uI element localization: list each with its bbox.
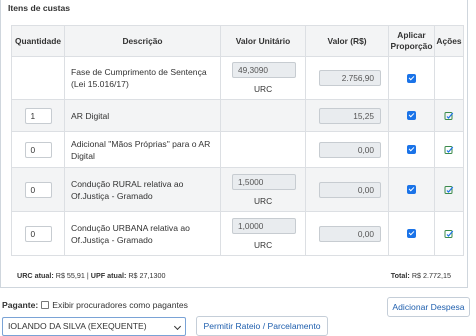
- allow-installments-button[interactable]: Permitir Rateio / Parcelamento: [196, 316, 328, 336]
- quantity-cell: 0: [11, 131, 65, 168]
- apply-proportion-cell: [388, 56, 435, 100]
- table-row: 0 Condução RURAL relativa ao Of.Justiça …: [11, 167, 464, 212]
- quantity-cell: 0: [11, 167, 65, 212]
- value-cell: 0,00: [305, 131, 389, 168]
- value-field: 0,00: [319, 141, 381, 158]
- apply-proportion-checkbox[interactable]: [407, 229, 416, 238]
- description-cell: Condução URBANA relativa ao Of.Justiça -…: [64, 211, 221, 256]
- chevron-down-icon: [173, 322, 182, 331]
- urc-value: R$ 55,91: [55, 271, 85, 280]
- unit-value-cell: 1,5000 URC: [220, 167, 306, 212]
- unit-label: URC: [254, 239, 273, 250]
- col-header-aplicar-proporcao: Aplicar Proporção: [388, 25, 435, 57]
- upf-label: UPF atual:: [90, 271, 127, 280]
- show-attorneys-checkbox[interactable]: [41, 301, 50, 309]
- apply-proportion-cell: [388, 167, 435, 212]
- apply-proportion-cell: [388, 99, 435, 132]
- unit-value-cell: [220, 131, 306, 168]
- edit-expense-icon[interactable]: [444, 145, 454, 155]
- add-expense-button[interactable]: Adicionar Despesa: [387, 297, 470, 317]
- unit-value-cell: 1,0000 URC: [220, 211, 306, 256]
- show-attorneys-label: Exibir procuradores como pagantes: [52, 300, 188, 310]
- table-row: Fase de Cumprimento de Sentença (Lei 15.…: [11, 56, 464, 100]
- value-cell: 0,00: [305, 167, 389, 212]
- apply-proportion-checkbox[interactable]: [407, 145, 416, 154]
- panel-title: Itens de custas: [8, 3, 71, 13]
- actions-cell: [434, 56, 464, 100]
- unit-label: URC: [254, 195, 273, 206]
- value-cell: 2.756,90: [305, 56, 389, 100]
- apply-proportion-checkbox[interactable]: [407, 73, 416, 83]
- quantity-input[interactable]: 1: [24, 107, 52, 124]
- unit-value-field: 1,5000: [232, 173, 296, 190]
- apply-proportion-cell: [388, 131, 435, 168]
- description-cell: Fase de Cumprimento de Sentença (Lei 15.…: [64, 56, 221, 100]
- col-header-descricao: Descrição: [64, 25, 221, 57]
- apply-proportion-checkbox[interactable]: [407, 185, 416, 194]
- col-header-valor-unitario: Valor Unitário: [220, 25, 306, 57]
- col-header-valor: Valor (R$): [305, 25, 389, 57]
- value-cell: 15,25: [305, 99, 389, 132]
- actions-cell: [434, 167, 464, 212]
- pagante-select[interactable]: IOLANDO DA SILVA (EXEQUENTE): [2, 317, 186, 336]
- unit-value-field: 49,3090: [232, 62, 296, 78]
- value-field: 0,00: [319, 181, 381, 198]
- actions-cell: [434, 131, 464, 168]
- quantity-input[interactable]: 0: [24, 225, 52, 242]
- pagante-row: Pagante: Exibir procuradores como pagant…: [2, 300, 188, 310]
- description-cell: Adicional "Mãos Próprias" para o AR Digi…: [64, 131, 221, 168]
- unit-value-field: 1,0000: [232, 217, 296, 234]
- total-value: R$ 2.772,15: [411, 271, 451, 280]
- table-header-row: Quantidade Descrição Valor Unitário Valo…: [11, 25, 464, 57]
- description-cell: AR Digital: [64, 99, 221, 132]
- unit-label: URC: [254, 84, 273, 94]
- table-row: 0 Adicional "Mãos Próprias" para o AR Di…: [11, 131, 464, 168]
- edit-expense-icon[interactable]: [444, 185, 454, 195]
- quantity-input[interactable]: 0: [24, 181, 52, 198]
- quantity-cell: 1: [11, 99, 65, 132]
- items-table: Quantidade Descrição Valor Unitário Valo…: [11, 25, 464, 256]
- table-row: 1 AR Digital 15,25: [11, 99, 464, 132]
- separator: |: [86, 271, 89, 280]
- total-label: Total:: [390, 271, 410, 280]
- pagante-label: Pagante:: [2, 300, 39, 310]
- apply-proportion-cell: [388, 211, 435, 256]
- actions-cell: [434, 211, 464, 256]
- value-field: 2.756,90: [319, 70, 381, 86]
- col-header-acoes: Ações: [434, 25, 464, 57]
- quantity-input[interactable]: 0: [24, 141, 52, 158]
- actions-cell: [434, 99, 464, 132]
- description-cell: Condução RURAL relativa ao Of.Justiça - …: [64, 167, 221, 212]
- rates-summary: URC atual: R$ 55,91 | UPF atual: R$ 27,1…: [17, 271, 166, 280]
- value-field: 15,25: [319, 107, 381, 124]
- edit-expense-icon[interactable]: [444, 229, 454, 239]
- value-field: 0,00: [319, 225, 381, 242]
- col-header-quantidade: Quantidade: [11, 25, 65, 57]
- quantity-cell: [11, 56, 65, 100]
- pagante-selected-value: IOLANDO DA SILVA (EXEQUENTE): [8, 321, 147, 331]
- upf-value: R$ 27,1300: [128, 271, 166, 280]
- table-row: 0 Condução URBANA relativa ao Of.Justiça…: [11, 211, 464, 256]
- itens-custas-panel: Itens de custas Quantidade Descrição Val…: [0, 0, 468, 288]
- unit-value-cell: [220, 99, 306, 132]
- edit-expense-icon[interactable]: [444, 111, 454, 121]
- unit-value-cell: 49,3090 URC: [220, 56, 306, 100]
- apply-proportion-checkbox[interactable]: [407, 111, 416, 120]
- total-summary: Total: R$ 2.772,15: [391, 271, 451, 280]
- urc-label: URC atual:: [17, 271, 54, 280]
- value-cell: 0,00: [305, 211, 389, 256]
- quantity-cell: 0: [11, 211, 65, 256]
